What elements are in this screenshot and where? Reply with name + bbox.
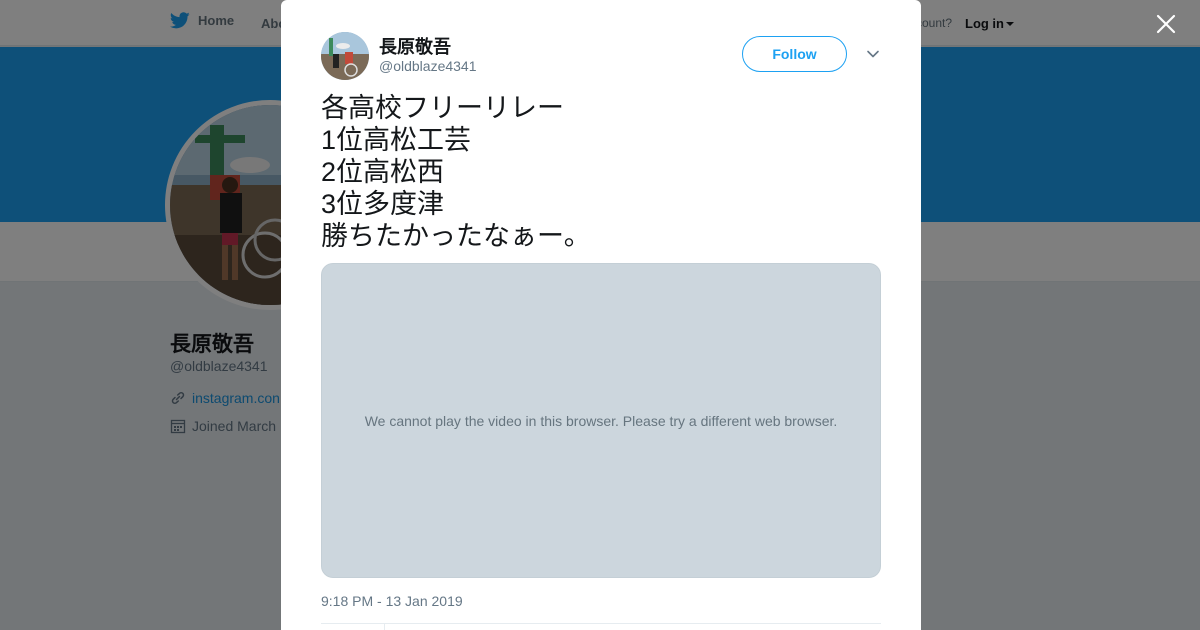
close-icon <box>1156 14 1176 34</box>
tweet-text-line: 各高校フリーリレー <box>321 93 564 123</box>
video-unsupported-message: We cannot play the video in this browser… <box>364 412 838 429</box>
follow-button[interactable]: Follow <box>742 36 847 72</box>
tweet-author-avatar[interactable] <box>321 32 369 80</box>
tweet-text-line: 1位高松工芸 <box>321 125 472 155</box>
chevron-down-icon <box>867 50 879 58</box>
close-button[interactable] <box>1154 12 1178 36</box>
tweet-text: 各高校フリーリレー 1位高松工芸 2位高松西 3位多度津 勝ちたかったなぁー。 <box>321 92 881 252</box>
tweet-author-name[interactable]: 長原敬吾 <box>379 33 451 59</box>
stats-divider <box>384 624 385 630</box>
video-player[interactable]: We cannot play the video in this browser… <box>321 263 881 578</box>
tweet-text-line: 2位高松西 <box>321 157 445 187</box>
tweet-modal: 長原敬吾 @oldblaze4341 Follow 各高校フリーリレー 1位高松… <box>281 0 921 630</box>
divider <box>321 623 881 624</box>
tweet-text-line: 勝ちたかったなぁー。 <box>321 221 591 251</box>
tweet-author-handle[interactable]: @oldblaze4341 <box>379 58 477 74</box>
more-options-button[interactable] <box>866 47 880 61</box>
tweet-timestamp[interactable]: 9:18 PM - 13 Jan 2019 <box>321 593 463 609</box>
tweet-text-line: 3位多度津 <box>321 189 445 219</box>
author-photo <box>321 32 369 80</box>
